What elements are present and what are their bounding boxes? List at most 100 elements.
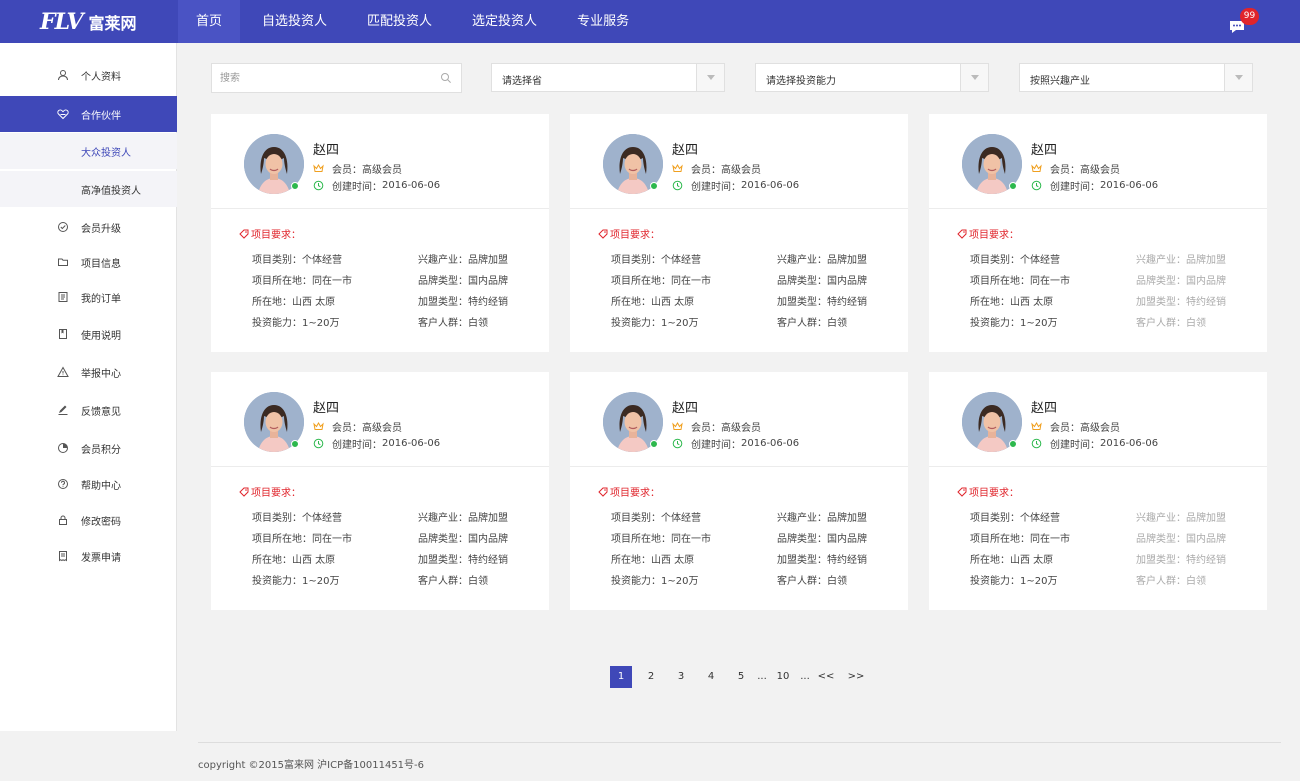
footer-divider bbox=[198, 742, 1281, 743]
page-button[interactable]: 1 bbox=[610, 666, 632, 688]
investor-name: 赵四 bbox=[313, 143, 340, 158]
clock-icon bbox=[1031, 180, 1042, 191]
investor-card[interactable]: 赵四 会员： 高级会员 创建时间： 2016-06-06 项目要求： 项目类别：个体… bbox=[211, 372, 549, 610]
tag-icon bbox=[239, 487, 249, 497]
card-divider bbox=[570, 208, 908, 209]
sidebar-item-feedback[interactable]: 反馈意见 bbox=[0, 392, 177, 428]
page-ellipsis: ... bbox=[757, 671, 767, 682]
sidebar-item-invoice[interactable]: 发票申请 bbox=[0, 538, 177, 574]
requirements-label: 项目要求： bbox=[251, 488, 301, 499]
capacity-select[interactable]: 请选择投资能力 bbox=[755, 63, 989, 92]
member-level-row: 会员： 高级会员 bbox=[313, 161, 402, 176]
nav-item-match[interactable]: 匹配投资人 bbox=[349, 0, 450, 43]
interest-industry: 兴趣产业：品牌加盟 bbox=[777, 255, 867, 266]
page-button[interactable]: 4 bbox=[700, 666, 722, 688]
sidebar-item-report[interactable]: 举报中心 bbox=[0, 354, 177, 390]
project-location: 项目所在地：同在一市 bbox=[970, 534, 1070, 545]
franchise-type: 加盟类型：特约经销 bbox=[1136, 297, 1226, 308]
nav-item-self-select[interactable]: 自选投资人 bbox=[244, 0, 345, 43]
sidebar-item-points[interactable]: 会员积分 bbox=[0, 430, 177, 466]
target-customers: 客户人群：白领 bbox=[418, 318, 488, 329]
franchise-type: 加盟类型：特约经销 bbox=[1136, 555, 1226, 566]
tag-icon bbox=[957, 487, 967, 497]
page-button[interactable]: 3 bbox=[670, 666, 692, 688]
nav-item-home[interactable]: 首页 bbox=[178, 0, 241, 43]
chevron-down-icon bbox=[1224, 64, 1252, 91]
logo-mark: FLV bbox=[40, 9, 84, 35]
card-divider bbox=[211, 466, 549, 467]
sidebar-item-help[interactable]: 帮助中心 bbox=[0, 466, 177, 502]
sidebar-item-partners[interactable]: 合作伙伴 bbox=[0, 96, 177, 132]
investor-card[interactable]: 赵四 会员： 高级会员 创建时间： 2016-06-06 项目要求： 项目类别：个体… bbox=[929, 372, 1267, 610]
next-page-button[interactable]: >> bbox=[845, 666, 867, 688]
search-icon[interactable] bbox=[440, 72, 452, 84]
sidebar-subitem-hnw-investors[interactable]: 高净值投资人 bbox=[0, 171, 177, 207]
warning-icon bbox=[57, 366, 69, 378]
sidebar-item-password[interactable]: 修改密码 bbox=[0, 502, 177, 538]
member-prefix: 会员： bbox=[691, 423, 721, 434]
sidebar-item-label: 使用说明 bbox=[81, 330, 121, 342]
investor-card[interactable]: 赵四 会员： 高级会员 创建时间： 2016-06-06 项目要求： 项目类别：个体… bbox=[211, 114, 549, 352]
sidebar-item-label: 合作伙伴 bbox=[81, 110, 121, 122]
logo[interactable]: FLV 富莱网 bbox=[40, 9, 137, 35]
project-type: 项目类别：个体经营 bbox=[252, 255, 342, 266]
created-date: 2016-06-06 bbox=[741, 438, 800, 449]
sidebar-item-orders[interactable]: 我的订单 bbox=[0, 279, 177, 315]
card-divider bbox=[929, 208, 1267, 209]
interest-industry: 兴趣产业：品牌加盟 bbox=[1136, 255, 1226, 266]
project-location: 项目所在地：同在一市 bbox=[970, 276, 1070, 287]
clock-icon bbox=[672, 180, 683, 191]
location: 所在地：山西 太原 bbox=[611, 297, 695, 308]
sidebar-item-label: 会员升级 bbox=[81, 223, 121, 235]
search-input[interactable] bbox=[211, 63, 462, 93]
brand-type: 品牌类型：国内品牌 bbox=[418, 534, 508, 545]
location: 所在地：山西 太原 bbox=[252, 555, 336, 566]
sidebar-item-profile[interactable]: 个人资料 bbox=[0, 57, 177, 93]
crown-icon bbox=[313, 163, 324, 174]
sidebar-item-label: 大众投资人 bbox=[81, 147, 131, 159]
page-button[interactable]: 10 bbox=[772, 666, 794, 688]
crown-icon bbox=[313, 421, 324, 432]
card-divider bbox=[211, 208, 549, 209]
member-prefix: 会员： bbox=[332, 423, 362, 434]
project-location: 项目所在地：同在一市 bbox=[252, 276, 352, 287]
investor-card[interactable]: 赵四 会员： 高级会员 创建时间： 2016-06-06 项目要求： 项目类别：个体… bbox=[929, 114, 1267, 352]
sidebar-item-label: 项目信息 bbox=[81, 258, 121, 270]
location: 所在地：山西 太原 bbox=[252, 297, 336, 308]
crown-icon bbox=[1031, 421, 1042, 432]
nav-item-services[interactable]: 专业服务 bbox=[559, 0, 647, 43]
brand-type: 品牌类型：国内品牌 bbox=[777, 534, 867, 545]
interest-industry: 兴趣产业：品牌加盟 bbox=[1136, 513, 1226, 524]
logo-name: 富莱网 bbox=[88, 14, 137, 33]
page-button[interactable]: 2 bbox=[640, 666, 662, 688]
tag-icon bbox=[598, 487, 608, 497]
prev-page-button[interactable]: << bbox=[815, 666, 837, 688]
member-level: 高级会员 bbox=[1080, 165, 1120, 176]
page-ellipsis: ... bbox=[800, 671, 810, 682]
investor-card[interactable]: 赵四 会员： 高级会员 创建时间： 2016-06-06 项目要求： 项目类别：个体… bbox=[570, 372, 908, 610]
brand-type: 品牌类型：国内品牌 bbox=[418, 276, 508, 287]
project-type: 项目类别：个体经营 bbox=[252, 513, 342, 524]
sidebar-item-projects[interactable]: 项目信息 bbox=[0, 244, 177, 280]
province-select[interactable]: 请选择省 bbox=[491, 63, 725, 92]
target-customers: 客户人群：白领 bbox=[1136, 576, 1206, 587]
sidebar-item-label: 帮助中心 bbox=[81, 480, 121, 492]
industry-select[interactable]: 按照兴趣产业 bbox=[1019, 63, 1253, 92]
nav-item-selected[interactable]: 选定投资人 bbox=[454, 0, 555, 43]
sidebar-item-guide[interactable]: 使用说明 bbox=[0, 316, 177, 352]
created-time-row: 创建时间： 2016-06-06 bbox=[313, 178, 440, 193]
clock-icon bbox=[313, 438, 324, 449]
requirements-heading: 项目要求： bbox=[239, 484, 301, 499]
investor-card[interactable]: 赵四 会员： 高级会员 创建时间： 2016-06-06 项目要求： 项目类别：个体… bbox=[570, 114, 908, 352]
created-prefix: 创建时间： bbox=[691, 182, 741, 193]
page-button[interactable]: 5 bbox=[730, 666, 752, 688]
project-location: 项目所在地：同在一市 bbox=[611, 534, 711, 545]
order-icon bbox=[57, 291, 69, 303]
target-customers: 客户人群：白领 bbox=[777, 576, 847, 587]
member-level: 高级会员 bbox=[721, 165, 761, 176]
chevron-down-icon bbox=[960, 64, 988, 91]
sidebar-item-upgrade[interactable]: 会员升级 bbox=[0, 209, 177, 245]
top-navbar: FLV 富莱网 首页 自选投资人 匹配投资人 选定投资人 专业服务 99 bbox=[0, 0, 1300, 43]
target-customers: 客户人群：白领 bbox=[777, 318, 847, 329]
sidebar-subitem-public-investors[interactable]: 大众投资人 bbox=[0, 133, 177, 169]
